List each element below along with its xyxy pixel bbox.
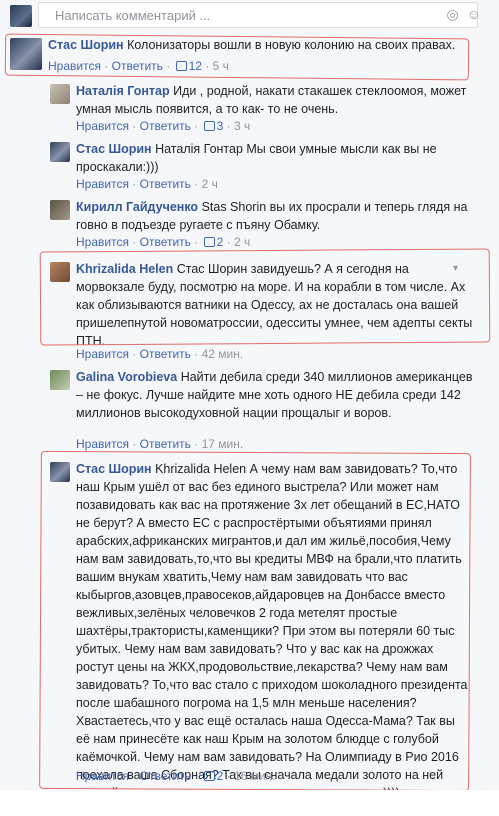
comment-body: Стас Шорин Khrizalida Helen А чему нам в…: [76, 460, 471, 802]
comment-body: Стас Шорин Колонизаторы вошли в новую ко…: [48, 36, 478, 54]
comment-text: Khrizalida Helen А чему нам вам завидова…: [76, 462, 468, 800]
comment-time[interactable]: 5 ч: [213, 59, 229, 73]
comment-author[interactable]: Стас Шорин: [76, 462, 152, 476]
like-button[interactable]: Нравится: [76, 119, 129, 133]
avatar[interactable]: [50, 462, 70, 482]
comment-actions: Нравится · Ответить · 17 мин.: [76, 437, 244, 451]
comment-actions: Нравится · Ответить · 3 · 3 ч: [76, 119, 251, 133]
comment: Стас Шорин Колонизаторы вошли в новую ко…: [10, 38, 480, 78]
comment-body: Galina Vorobieva Найти дебила среди 340 …: [76, 368, 478, 422]
like-button[interactable]: Нравится: [76, 235, 129, 249]
page-bottom: [0, 790, 499, 816]
like-button[interactable]: Нравится: [48, 59, 101, 73]
reply-button[interactable]: Ответить: [140, 769, 191, 783]
like-count[interactable]: 2: [217, 769, 224, 783]
reply-button[interactable]: Ответить: [140, 177, 191, 191]
reply-button[interactable]: Ответить: [140, 235, 191, 249]
comment-text: Колонизаторы вошли в новую колонию на св…: [127, 38, 456, 52]
reply-button[interactable]: Ответить: [140, 347, 191, 361]
comment-body: Наталія Гонтар Иди , родной, накати стак…: [76, 82, 478, 118]
comment-author[interactable]: Galina Vorobieva: [76, 370, 177, 384]
comment-time[interactable]: 16 мин.: [234, 769, 276, 783]
comment-input[interactable]: Написать комментарий ...: [38, 2, 478, 28]
smile-icon[interactable]: ☺: [467, 6, 489, 22]
comment-time[interactable]: 3 ч: [234, 119, 250, 133]
comment-time[interactable]: 2 ч: [202, 177, 218, 191]
camera-icon[interactable]: ◎: [446, 6, 466, 22]
comment-time[interactable]: 42 мин.: [202, 347, 244, 361]
comment-time[interactable]: 2 ч: [234, 235, 250, 249]
like-button[interactable]: Нравится: [76, 769, 129, 783]
chevron-down-icon[interactable]: ▾: [453, 263, 458, 274]
reply-button[interactable]: Ответить: [112, 59, 163, 73]
comment-author[interactable]: Khrizalida Helen: [76, 262, 173, 276]
avatar[interactable]: [50, 142, 70, 162]
like-button[interactable]: Нравится: [76, 347, 129, 361]
thumbs-up-icon: [203, 771, 215, 781]
comment-body: Стас Шорин Наталія Гонтар Мы свои умные …: [76, 140, 478, 176]
like-button[interactable]: Нравится: [76, 177, 129, 191]
comment-actions: Нравится · Ответить · 2 ч: [76, 177, 218, 191]
thumbs-up-icon: [203, 121, 215, 131]
comment-body: Кирилл Гайдученко Stas Shorin вы их прос…: [76, 198, 478, 234]
comment-author[interactable]: Стас Шорин: [76, 142, 152, 156]
comment-time[interactable]: 17 мин.: [202, 437, 244, 451]
avatar[interactable]: [10, 38, 42, 70]
comment-body: Khrizalida Helen Стас Шорин завидуешь? А…: [76, 260, 478, 350]
like-count[interactable]: 2: [217, 235, 224, 249]
avatar: [10, 5, 32, 27]
avatar[interactable]: [50, 370, 70, 390]
thumbs-up-icon: [175, 61, 187, 71]
reply-button[interactable]: Ответить: [140, 437, 191, 451]
comment-actions: Нравится · Ответить · 42 мин.: [76, 347, 244, 361]
reply-button[interactable]: Ответить: [140, 119, 191, 133]
comment-author[interactable]: Стас Шорин: [48, 38, 124, 52]
avatar[interactable]: [50, 262, 70, 282]
avatar[interactable]: [50, 84, 70, 104]
comment-author[interactable]: Кирилл Гайдученко: [76, 200, 198, 214]
like-count[interactable]: 12: [189, 59, 202, 73]
comment-compose: Написать комментарий ... ◎☺: [0, 0, 499, 32]
thumbs-up-icon: [203, 237, 215, 247]
compose-icons: ◎☺: [446, 6, 489, 23]
comment-actions: Нравится · Ответить · 12 · 5 ч: [48, 59, 229, 73]
comment-actions: Нравится · Ответить · 2 · 16 мин.: [76, 769, 276, 783]
avatar[interactable]: [50, 200, 70, 220]
comment-actions: Нравится · Ответить · 2 · 2 ч: [76, 235, 251, 249]
comment-author[interactable]: Наталія Гонтар: [76, 84, 170, 98]
like-button[interactable]: Нравится: [76, 437, 129, 451]
like-count[interactable]: 3: [217, 119, 224, 133]
